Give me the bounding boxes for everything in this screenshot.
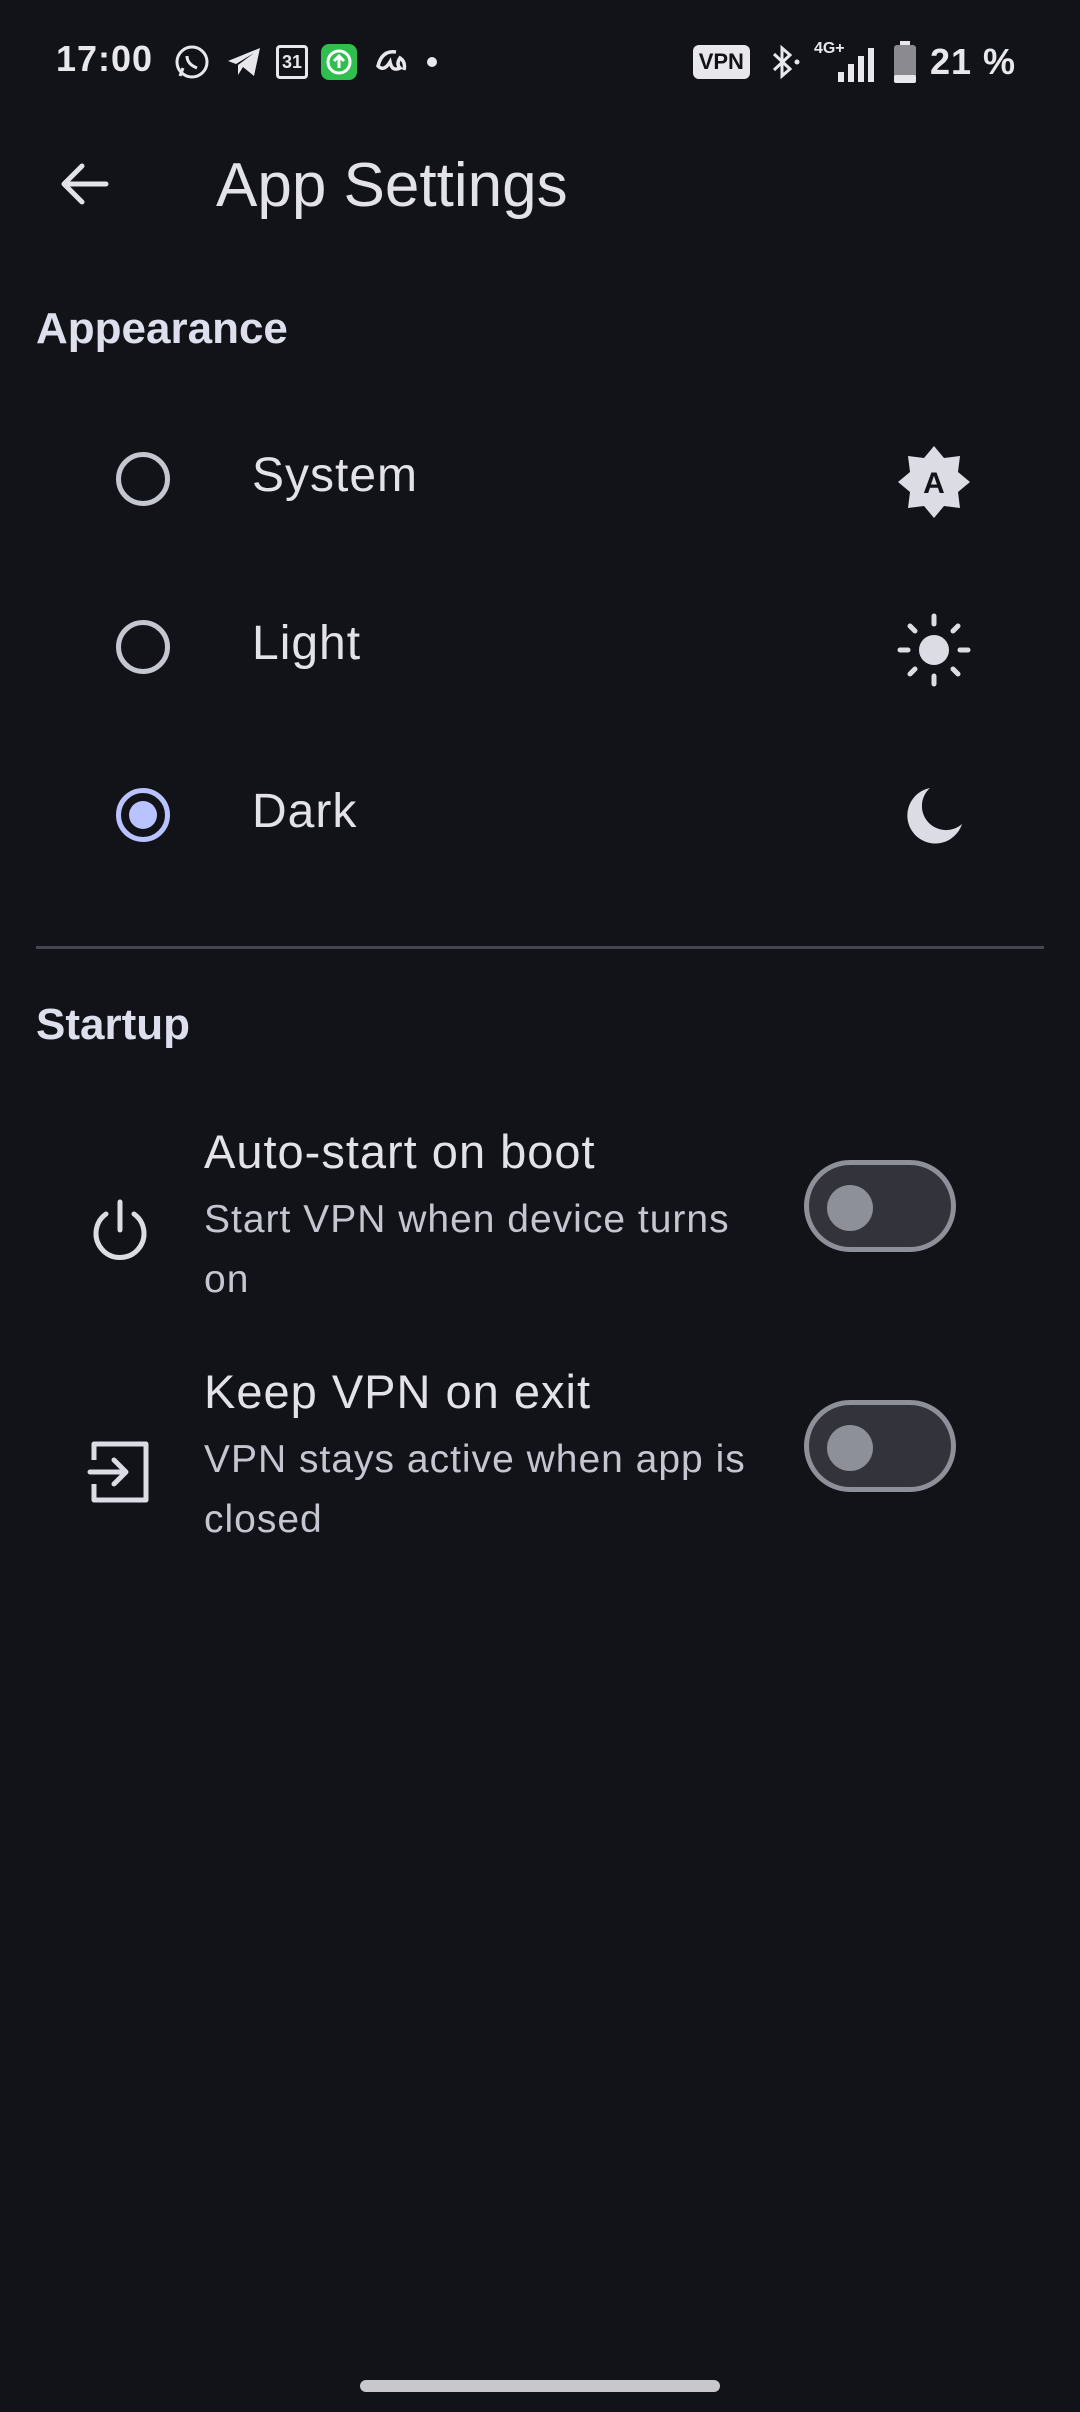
calendar-day: 31 — [281, 51, 303, 72]
radio-button[interactable] — [116, 452, 170, 506]
svg-text:A: A — [923, 467, 945, 500]
dot-icon — [427, 57, 437, 67]
theme-option-dark[interactable]: Dark — [0, 736, 1080, 896]
moon-icon — [907, 788, 962, 844]
sun-icon — [897, 613, 971, 687]
telegram-icon — [228, 48, 260, 76]
bluetooth-icon — [772, 44, 800, 80]
theme-option-label: System — [252, 449, 419, 502]
setting-title: Keep VPN on exit — [204, 1365, 591, 1418]
radio-button-selected[interactable] — [116, 788, 170, 842]
setting-keep-vpn-on-exit[interactable]: Keep VPN on exit VPN stays active when a… — [0, 1364, 1080, 1594]
setting-auto-start-on-boot[interactable]: Auto-start on boot Start VPN when device… — [0, 1124, 1080, 1354]
whatsapp-icon — [175, 45, 209, 79]
battery-icon — [893, 41, 916, 83]
vpn-status-icon: VPN — [692, 45, 750, 79]
theme-option-label: Dark — [252, 785, 358, 838]
setting-subtitle: VPN stays active when app is closed — [204, 1438, 746, 1541]
theme-option-system[interactable]: System A — [0, 400, 1080, 560]
status-bar: 17:00 31 VPN 4G+ 21 % — [0, 0, 1080, 124]
section-header-appearance: Appearance — [36, 304, 288, 353]
upload-icon — [321, 44, 357, 80]
app-icon — [376, 50, 407, 71]
gesture-nav-handle[interactable] — [360, 2380, 720, 2392]
power-icon — [93, 1199, 147, 1260]
system-icons: VPN 4G+ 21 % — [692, 40, 1016, 84]
theme-option-light[interactable]: Light — [0, 568, 1080, 728]
auto-start-toggle[interactable] — [804, 1160, 956, 1252]
section-header-startup: Startup — [36, 1000, 190, 1049]
theme-option-label: Light — [252, 617, 362, 670]
keep-vpn-toggle[interactable] — [804, 1400, 956, 1492]
calendar-icon: 31 — [276, 45, 308, 79]
back-button[interactable] — [40, 140, 128, 228]
arrow-back-icon — [61, 163, 109, 205]
exit-icon — [87, 1441, 149, 1503]
top-app-bar: App Settings — [0, 124, 1080, 236]
signal-icon: 4G+ — [814, 40, 880, 84]
setting-title: Auto-start on boot — [204, 1125, 596, 1178]
section-divider — [36, 946, 1044, 949]
radio-button[interactable] — [116, 620, 170, 674]
auto-brightness-icon: A — [898, 446, 970, 518]
battery-percent: 21 % — [929, 41, 1016, 82]
status-time: 17:00 — [56, 38, 154, 79]
page-title: App Settings — [216, 151, 568, 220]
setting-subtitle: Start VPN when device turns on — [204, 1198, 730, 1301]
notification-icons: 31 — [172, 40, 442, 84]
